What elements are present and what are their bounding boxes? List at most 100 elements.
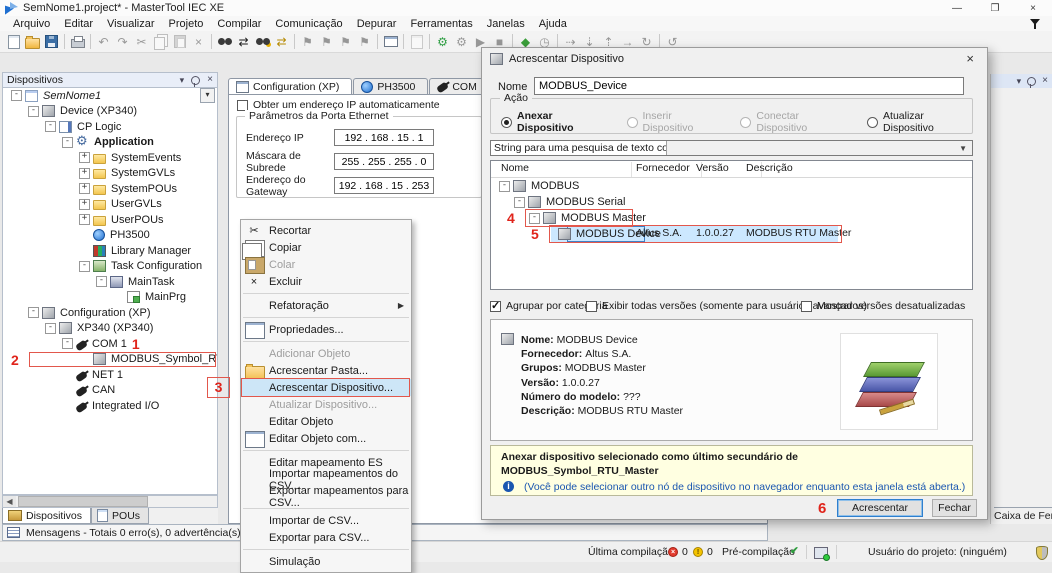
tree-item-configuration-xp[interactable]: -Configuration (XP) (3, 305, 217, 321)
tree-item-can[interactable]: -CAN (3, 383, 217, 399)
tree-item-usergvls[interactable]: +UserGVLs (3, 197, 217, 213)
expander-icon[interactable]: - (96, 276, 107, 287)
tree-item-task-configuration[interactable]: -Task Configuration (3, 259, 217, 275)
pin-icon[interactable] (191, 76, 200, 85)
tree-item-integrated-i-o[interactable]: -Integrated I/O (3, 398, 217, 414)
device-search-combo[interactable]: String para uma pesquisa de texto comple… (490, 140, 973, 156)
expander-icon[interactable]: + (79, 152, 90, 163)
tab-ph3500[interactable]: PH3500 (353, 78, 428, 95)
delete-button[interactable]: × (189, 33, 208, 51)
menu-item-exportar-para-csv[interactable]: Exportar para CSV... (241, 529, 411, 546)
m-scara-de-subrede-input[interactable] (334, 153, 434, 170)
tree-item-net-1[interactable]: -NET 1 (3, 367, 217, 383)
build-button[interactable] (381, 33, 400, 51)
expander-icon[interactable]: - (28, 106, 39, 117)
open-project-button[interactable] (23, 33, 42, 51)
checkbox-icon[interactable] (586, 301, 597, 312)
tree-root-dropdown-icon[interactable]: ▾ (200, 88, 215, 103)
new-project-button[interactable] (4, 33, 23, 51)
find-in-project-button[interactable] (253, 33, 272, 51)
tree-item-library-manager[interactable]: -Library Manager (3, 243, 217, 259)
expander-icon[interactable]: - (45, 121, 56, 132)
menu-arquivo[interactable]: Arquivo (6, 18, 57, 30)
tree-item-semnome1[interactable]: -SemNome1▾ (3, 88, 217, 104)
expander-icon[interactable]: - (62, 137, 73, 148)
catalog-item-modbus[interactable]: -MODBUS (491, 178, 972, 194)
expander-icon[interactable]: + (79, 183, 90, 194)
menu-item-editar-objeto-com[interactable]: Editar Objeto com... (241, 430, 411, 447)
filter-icon[interactable] (1029, 17, 1042, 30)
tree-item-modbus-symbol-rtu-mas[interactable]: 2-MODBUS_Symbol_RTU_Mas (3, 352, 217, 368)
copy-button[interactable] (151, 33, 170, 51)
toolbox-menu-icon[interactable]: ▾ (1017, 77, 1022, 86)
tab-pous[interactable]: POUs (91, 508, 149, 524)
menu-compilar[interactable]: Compilar (210, 18, 268, 30)
menu-ferramentas[interactable]: Ferramentas (403, 18, 479, 30)
expander-icon[interactable]: - (79, 261, 90, 272)
tree-item-maintask[interactable]: -MainTask (3, 274, 217, 290)
minimize-button[interactable]: — (938, 3, 976, 14)
expander-icon[interactable]: - (62, 338, 73, 349)
menu-depurar[interactable]: Depurar (350, 18, 404, 30)
print-button[interactable] (68, 33, 87, 51)
menu-item-propriedades[interactable]: Propriedades... (241, 321, 411, 338)
scroll-left-icon[interactable]: ◀ (3, 496, 16, 507)
menu-item-copiar[interactable]: Copiar (241, 239, 411, 256)
logout-button[interactable]: ⚙ (452, 33, 471, 51)
new-object-button[interactable] (407, 33, 426, 51)
tree-item-application[interactable]: -Application (3, 135, 217, 151)
clear-bookmarks-button[interactable]: ⚑ (355, 33, 374, 51)
catalog-item-modbus-master[interactable]: 4-MODBUS Master (491, 210, 972, 226)
replace-button[interactable]: ⇄ (234, 33, 253, 51)
tree-item-systemgvls[interactable]: +SystemGVLs (3, 166, 217, 182)
menu-visualizar[interactable]: Visualizar (100, 18, 162, 30)
tree-item-systemevents[interactable]: +SystemEvents (3, 150, 217, 166)
save-button[interactable] (42, 33, 61, 51)
menu-janelas[interactable]: Janelas (480, 18, 532, 30)
menu-projeto[interactable]: Projeto (162, 18, 211, 30)
fechar-button[interactable]: Fechar (932, 499, 977, 517)
search-input[interactable]: String para uma pesquisa de texto comple… (491, 141, 667, 155)
radio-atualizar-dispositivo[interactable]: Atualizar Dispositivo (867, 110, 972, 134)
catalog-item-modbus-device[interactable]: 5-MODBUS DeviceAltus S.A.1.0.0.27MODBUS … (491, 226, 972, 242)
next-bookmark-button[interactable]: ⚑ (336, 33, 355, 51)
column-header-descri-o[interactable]: Descrição (746, 162, 793, 174)
menu-item-importar-de-csv[interactable]: Importar de CSV... (241, 512, 411, 529)
replace-in-project-button[interactable]: ⇄ (272, 33, 291, 51)
menu-item-recortar[interactable]: ✂Recortar (241, 222, 411, 239)
endere-o-do-gateway-input[interactable] (334, 177, 434, 194)
find-button[interactable] (215, 33, 234, 51)
menu-comunica-o[interactable]: Comunicação (268, 18, 349, 30)
redo-button[interactable]: ↷ (113, 33, 132, 51)
expander-icon[interactable]: + (79, 168, 90, 179)
tree-item-ph3500[interactable]: -PH3500 (3, 228, 217, 244)
previous-bookmark-button[interactable]: ⚑ (317, 33, 336, 51)
radio-icon[interactable] (501, 117, 512, 128)
tree-item-com-1[interactable]: -COM 11 (3, 336, 217, 352)
menu-item-simula-o[interactable]: Simulação (241, 553, 411, 570)
panel-close-icon[interactable]: × (207, 75, 213, 85)
expander-icon[interactable]: - (499, 181, 510, 192)
catalog-item-modbus-serial[interactable]: -MODBUS Serial (491, 194, 972, 210)
horizontal-scrollbar[interactable]: ◀ (2, 495, 218, 508)
menu-editar[interactable]: Editar (57, 18, 100, 30)
toggle-bookmark-button[interactable]: ⚑ (298, 33, 317, 51)
tab-dispositivos[interactable]: Dispositivos (2, 508, 91, 524)
scrollbar-thumb[interactable] (18, 496, 148, 507)
menu-item-acrescentar-pasta[interactable]: Acrescentar Pasta... (241, 362, 411, 379)
column-header-nome[interactable]: Nome (501, 162, 529, 174)
auto-ip-checkbox[interactable] (237, 100, 248, 111)
tree-item-xp340-xp340[interactable]: -XP340 (XP340) (3, 321, 217, 337)
column-header-fornecedor[interactable]: Fornecedor (636, 162, 690, 174)
tree-item-mainprg[interactable]: -MainPrg (3, 290, 217, 306)
tree-item-device-xp340[interactable]: -Device (XP340) (3, 104, 217, 120)
expander-icon[interactable]: - (514, 197, 525, 208)
menu-item-editar-objeto[interactable]: Editar Objeto (241, 413, 411, 430)
toolbox-pin-icon[interactable] (1027, 77, 1036, 86)
expander-icon[interactable]: + (79, 199, 90, 210)
toolbox-close-icon[interactable]: × (1042, 76, 1048, 86)
panel-menu-icon[interactable]: ▾ (180, 76, 185, 85)
menu-ajuda[interactable]: Ajuda (532, 18, 574, 30)
expander-icon[interactable]: - (45, 323, 56, 334)
expander-icon[interactable]: + (79, 214, 90, 225)
